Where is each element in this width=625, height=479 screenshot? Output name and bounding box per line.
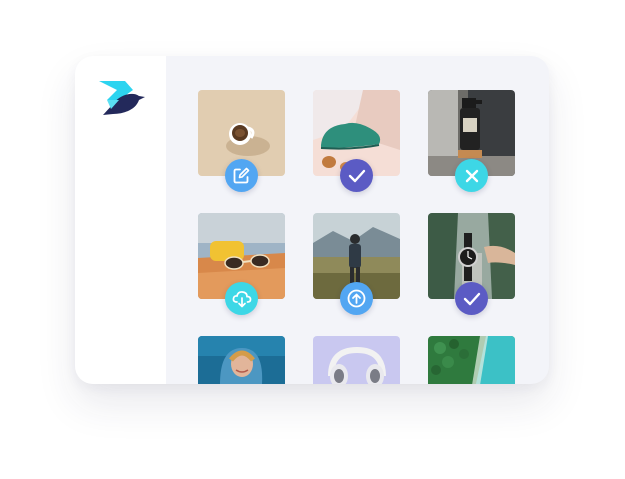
check-icon (463, 292, 480, 305)
gallery-item-forest[interactable] (428, 336, 515, 384)
edit-icon (233, 167, 250, 184)
cloud-download-icon (232, 290, 251, 307)
download-status-badge[interactable] (225, 282, 258, 315)
bird-arrow-logo[interactable] (99, 81, 145, 115)
gallery-item-woman[interactable] (198, 336, 285, 384)
gallery-item-headphones[interactable] (313, 336, 400, 384)
headphones-photo (313, 336, 400, 384)
app-window (75, 56, 549, 384)
check-icon (348, 169, 365, 182)
approved-status-badge[interactable] (340, 159, 373, 192)
rejected-status-badge[interactable] (455, 159, 488, 192)
close-icon (465, 169, 478, 182)
forest-aerial-photo (428, 336, 515, 384)
upload-status-badge[interactable] (340, 282, 373, 315)
upload-icon (347, 289, 366, 308)
smiling-woman-photo (198, 336, 285, 384)
edit-status-badge[interactable] (225, 159, 258, 192)
approved-status-badge[interactable] (455, 282, 488, 315)
sidebar (75, 56, 166, 384)
